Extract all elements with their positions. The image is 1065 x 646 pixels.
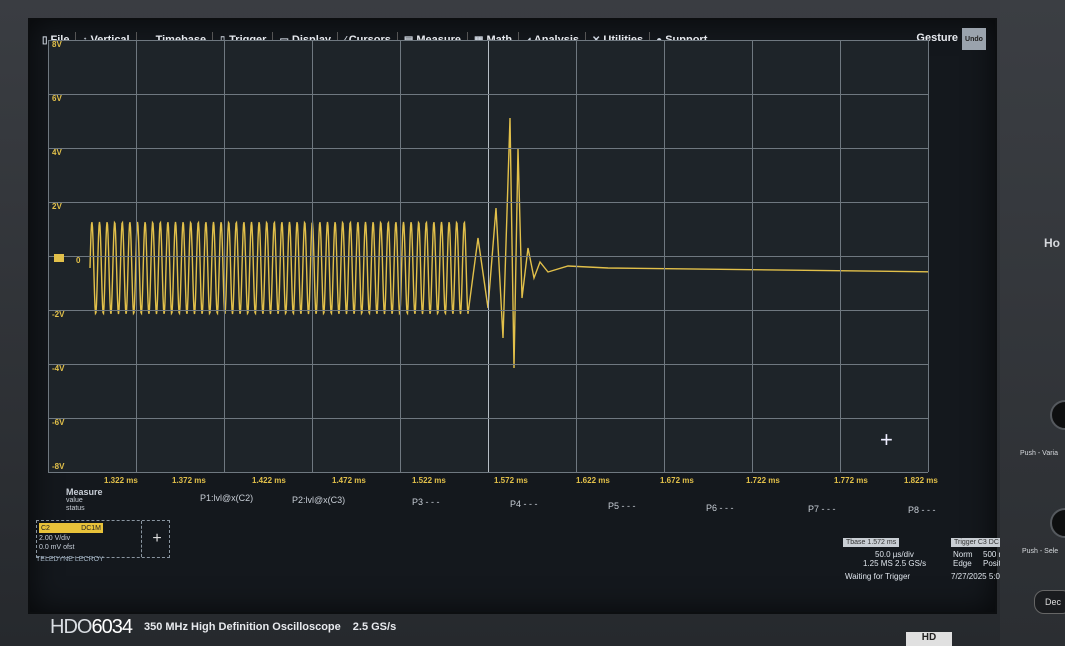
channel-ground-marker[interactable] (54, 254, 64, 262)
grid-line-vertical (928, 40, 929, 472)
y-tick-label: 2V (52, 202, 62, 211)
grid-line-horizontal (48, 256, 928, 257)
x-tick-label: 1.422 ms (252, 476, 286, 485)
x-tick-label: 1.572 ms (494, 476, 528, 485)
measure-status-label: status (66, 505, 85, 512)
measure-table: Measure value status P1:lvl@x(C2) P2:lvl… (36, 487, 956, 517)
y-tick-label: -8V (52, 462, 65, 471)
channel-offset: 0.0 mV ofst (39, 544, 75, 551)
grid-line-horizontal (48, 202, 928, 203)
push-select-label: Push - Sele (1022, 548, 1059, 555)
crosshair-cursor-icon[interactable]: + (880, 427, 893, 453)
measure-value-label: value (66, 497, 83, 504)
x-tick-label: 1.522 ms (412, 476, 446, 485)
timebase-tag-label: Tbase (846, 539, 866, 546)
measure-param-p3[interactable]: P3 - - - (412, 497, 440, 507)
waveform-grid[interactable] (48, 40, 929, 473)
x-tick-label: 1.672 ms (660, 476, 694, 485)
y-tick-label: -6V (52, 418, 65, 427)
grid-line-horizontal (48, 310, 928, 311)
x-tick-label: 1.822 ms (904, 476, 938, 485)
channel-volts-div: 2.00 V/div (39, 535, 71, 542)
trigger-channel: C3 (977, 539, 987, 546)
grid-line-horizontal (48, 472, 928, 473)
brand-label: TELEDYNE LECROY (36, 556, 104, 563)
trigger-coupling: DC (988, 539, 999, 546)
timebase-sample: 1.25 MS 2.5 GS/s (863, 559, 927, 568)
measure-param-p4[interactable]: P4 - - - (510, 499, 538, 509)
channel-descriptor-box[interactable]: C2 DC1M 2.00 V/div 0.0 mV ofst + (36, 520, 170, 558)
measure-label: Measure (66, 487, 103, 497)
dec-button[interactable]: Dec (1034, 590, 1065, 614)
x-tick-label: 1.472 ms (332, 476, 366, 485)
horizontal-label: Ho (1044, 236, 1060, 250)
measure-param-p2[interactable]: P2:lvl@x(C3) (292, 495, 345, 505)
grid-line-horizontal (48, 148, 928, 149)
x-tick-label: 1.722 ms (746, 476, 780, 485)
acquisition-status: Waiting for Trigger (845, 572, 911, 581)
grid-line-horizontal (48, 418, 928, 419)
measure-param-p7[interactable]: P7 - - - (808, 504, 836, 514)
y-tick-label: 4V (52, 148, 62, 157)
front-panel-controls: Ho Push - Varia Push - Sele Dec (1000, 0, 1065, 646)
y-tick-label: 0 (76, 256, 81, 265)
measure-param-p6[interactable]: P6 - - - (706, 503, 734, 513)
y-tick-label: -4V (52, 364, 65, 373)
push-variable-label: Push - Varia (1020, 450, 1058, 457)
x-tick-label: 1.372 ms (172, 476, 206, 485)
y-tick-label: 8V (52, 40, 62, 49)
channel-coupling: DC1M (81, 524, 101, 532)
model-rate: 2.5 GS/s (352, 621, 397, 633)
hd-badge: HD (906, 632, 952, 646)
y-tick-label: -2V (52, 310, 65, 319)
model-number: 6034 (91, 615, 132, 638)
measure-param-p1[interactable]: P1:lvl@x(C2) (200, 493, 253, 503)
trigger-mode: Norm (953, 550, 973, 559)
file-icon: ▯ (42, 34, 48, 46)
measure-param-p8[interactable]: P8 - - - (908, 505, 936, 515)
y-tick-label: 6V (52, 94, 62, 103)
x-tick-label: 1.322 ms (104, 476, 138, 485)
trigger-tag-label: Trigger (954, 539, 976, 546)
timebase-tag[interactable]: Tbase 1.572 ms (843, 538, 900, 547)
undo-button[interactable]: Undo (962, 28, 986, 50)
model-bar: HDO6034 350 MHz High Definition Oscillos… (50, 612, 396, 642)
grid-line-horizontal (48, 94, 928, 95)
select-knob[interactable] (1050, 508, 1065, 538)
timebase-time-div: 50.0 µs/div (875, 550, 914, 559)
grid-line-horizontal (48, 364, 928, 365)
horizontal-knob[interactable] (1050, 400, 1065, 430)
grid-line-horizontal (48, 40, 928, 41)
measure-param-p5[interactable]: P5 - - - (608, 501, 636, 511)
channel-tag[interactable]: C2 DC1M (39, 523, 103, 533)
model-description: 350 MHz High Definition Oscilloscope (143, 621, 341, 633)
timebase-delay: 1.572 ms (867, 539, 897, 546)
trigger-type: Edge (953, 559, 972, 568)
trigger-tag[interactable]: Trigger C3 DC (951, 538, 1002, 547)
channel-name: C2 (41, 524, 50, 532)
channel-c2-trace (89, 117, 928, 369)
x-tick-label: 1.622 ms (576, 476, 610, 485)
add-channel-button[interactable]: + (141, 521, 172, 557)
model-name: HDO6034 (50, 615, 133, 639)
x-tick-label: 1.772 ms (834, 476, 868, 485)
model-prefix: HDO (50, 615, 92, 638)
